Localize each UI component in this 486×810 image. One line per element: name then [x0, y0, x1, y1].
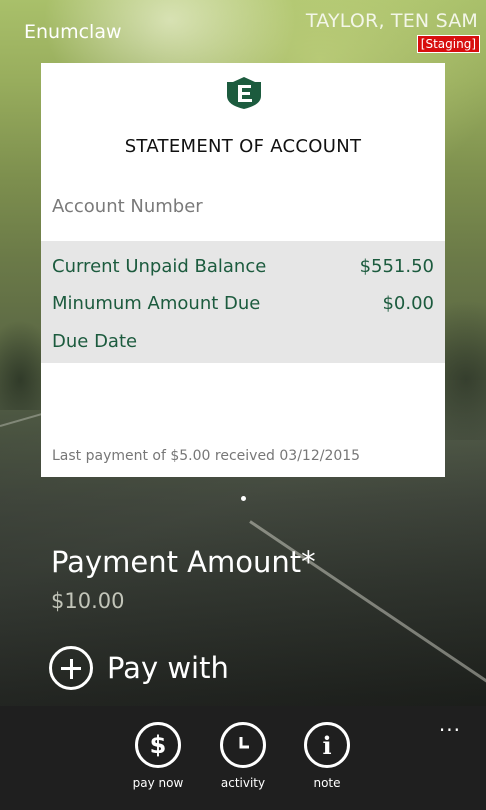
pay-now-label: pay now [132, 776, 184, 790]
clock-icon [220, 722, 266, 768]
current-unpaid-balance-row: Current Unpaid Balance $551.50 [52, 256, 434, 282]
row-label: Minumum Amount Due [52, 293, 261, 314]
statement-title: STATEMENT OF ACCOUNT [124, 136, 362, 157]
payment-amount-value[interactable]: $10.00 [51, 589, 124, 613]
app-bar: ... $ pay now activity i note [0, 706, 486, 810]
dollar-icon: $ [135, 722, 181, 768]
page-indicator-dot [241, 496, 246, 501]
row-value: $551.50 [359, 256, 434, 277]
row-label: Due Date [52, 331, 138, 352]
more-options-button[interactable]: ... [439, 712, 461, 736]
pay-now-button[interactable]: $ pay now [120, 722, 196, 790]
balance-summary: Current Unpaid Balance $551.50 Minumum A… [41, 241, 445, 363]
activity-button[interactable]: activity [205, 722, 281, 790]
note-label: note [313, 776, 341, 790]
user-name: TAYLOR, TEN SAM [305, 10, 478, 32]
enumclaw-shield-icon [227, 77, 261, 109]
due-date-row: Due Date [52, 331, 434, 357]
activity-label: activity [220, 776, 266, 790]
row-value: $0.00 [382, 293, 434, 314]
staging-badge: [Staging] [416, 35, 480, 53]
info-icon: i [304, 722, 350, 768]
payment-amount-label: Payment Amount* [51, 545, 316, 579]
note-button[interactable]: i note [289, 722, 365, 790]
pay-with-label: Pay with [107, 651, 229, 685]
minimum-amount-due-row: Minumum Amount Due $0.00 [52, 293, 434, 319]
plus-circle-icon [49, 646, 93, 690]
account-number-label: Account Number [52, 196, 203, 217]
last-payment-text: Last payment of $5.00 received 03/12/201… [52, 448, 361, 464]
row-label: Current Unpaid Balance [52, 256, 267, 277]
statement-card[interactable]: STATEMENT OF ACCOUNT Account Number Curr… [41, 63, 445, 477]
app-title: Enumclaw [24, 21, 122, 43]
pay-with-button[interactable]: Pay with [49, 643, 229, 693]
